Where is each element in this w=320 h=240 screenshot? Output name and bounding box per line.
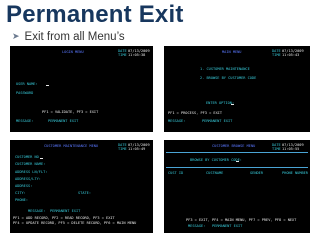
function-keys: PF1 = VALIDATE, PF3 = EXIT — [42, 110, 99, 114]
field-label-state: STATE: — [78, 191, 91, 195]
column-header-custname: CUSTNAME — [206, 171, 224, 175]
bullet-item: ➤ Exit from all Menu’s — [12, 31, 125, 43]
screen-title: LOGIN MENU — [62, 50, 84, 54]
column-header-phone-number: PHONE NUMBER — [282, 171, 308, 175]
message-value: PERMANENT EXIT — [202, 119, 233, 123]
time-label: TIME — [272, 147, 281, 151]
field-label-city: CITY: — [15, 191, 26, 195]
function-keys: PF1 = PROCESS, PF3 = EXIT — [168, 111, 223, 115]
menu-option-1[interactable]: 1. CUSTOMER MAINTENANCE — [200, 67, 250, 71]
enter-option-label: ENTER OPTION: — [206, 101, 235, 105]
field-label-phone: PHONE: — [15, 198, 28, 202]
time-label: TIME — [118, 147, 127, 151]
menu-option-2[interactable]: 2. BROWSE BY CUSTOMER CODE — [200, 76, 256, 80]
field-label-customer-name: CUSTOMER NAME: — [15, 162, 46, 166]
column-header-cust-id: CUST ID — [168, 171, 184, 175]
main-menu-screen: MAIN MENU DATE 07/13/2009 TIME 11:05:43 … — [164, 46, 310, 132]
customer-no-input[interactable] — [40, 158, 43, 159]
screen-title: CUSTOMER BROWSE MENU — [212, 144, 256, 148]
field-label-address: ADDRESS: — [15, 184, 33, 188]
browse-label: BROWSE BY CUSTOMER CODE: — [190, 158, 242, 162]
message-label: MESSAGE: — [168, 119, 186, 123]
customer-browse-screen: CUSTOMER BROWSE MENU DATE 07/13/2009 TIM… — [164, 140, 310, 233]
login-menu-screen: LOGIN MENU DATE 07/13/2009 TIME 11:05:38… — [10, 46, 153, 132]
time-value: 11:05:38 — [128, 53, 146, 57]
section-divider — [166, 167, 308, 168]
function-keys-row-1: PF1 = ADD RECORD, PF2 = READ RECORD, PF3… — [13, 216, 115, 220]
screen-title: CUSTOMER MAINTENANCE MENU — [44, 144, 99, 148]
time-value: 11:05:55 — [282, 147, 300, 151]
header-divider — [166, 152, 308, 153]
user-name-input[interactable] — [46, 85, 49, 86]
message-value: PERMANENT EXIT — [50, 209, 81, 213]
time-value: 11:05:43 — [282, 53, 300, 57]
message-value: PERMANENT EXIT — [48, 119, 79, 123]
message-label: MESSAGE: — [16, 119, 34, 123]
customer-code-input[interactable] — [236, 161, 239, 162]
bullet-text: Exit from all Menu’s — [24, 31, 125, 43]
message-label: MESSAGE: — [188, 224, 206, 228]
field-label-address-ln: ADDRESS LN/FLT: — [15, 170, 48, 174]
message-label: MESSAGE: — [28, 209, 46, 213]
password-label: PASSWORD — [16, 91, 34, 95]
time-label: TIME — [118, 53, 127, 57]
function-keys: PF3 = EXIT, PF4 = MAIN MENU, PF7 = PREV,… — [186, 218, 297, 222]
time-label: TIME — [272, 53, 281, 57]
customer-maintenance-screen: CUSTOMER MAINTENANCE MENU DATE 07/13/200… — [10, 140, 153, 233]
time-value: 11:05:49 — [128, 147, 146, 151]
user-name-label: USER NAME: — [16, 82, 38, 86]
option-input[interactable] — [231, 104, 234, 105]
message-value: PERMANENT EXIT — [212, 224, 243, 228]
function-keys-row-2: PF4 = UPDATE RECORD, PF5 = DELETE RECORD… — [13, 221, 137, 225]
column-header-gender: GENDER — [250, 171, 263, 175]
arrow-bullet-icon: ➤ — [12, 31, 20, 41]
field-label-customer-no: CUSTOMER NO — [15, 155, 39, 159]
slide-title: Permanent Exit — [6, 1, 184, 28]
screen-title: MAIN MENU — [222, 50, 242, 54]
field-label-address-lty: ADDRESS/LTY: — [15, 177, 41, 181]
